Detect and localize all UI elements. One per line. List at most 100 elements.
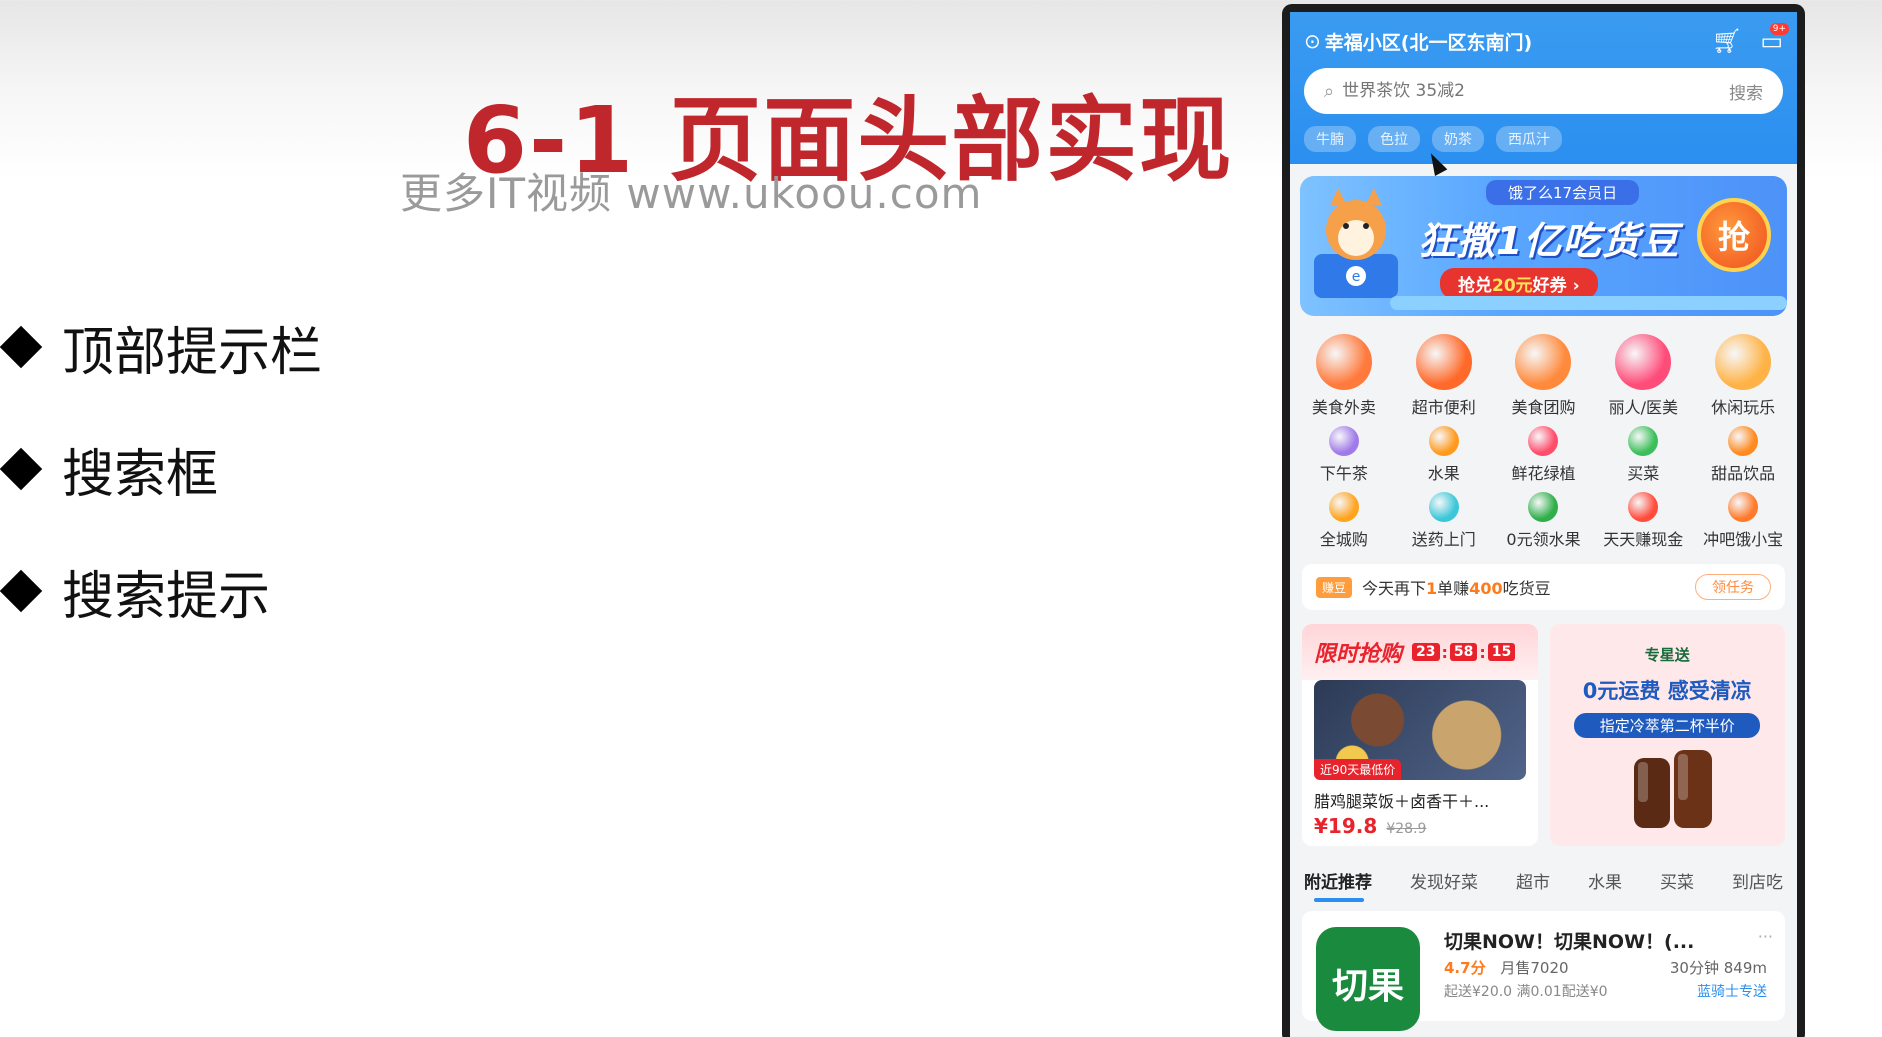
grab-button[interactable]: 抢 <box>1697 198 1771 272</box>
hint-tag[interactable]: 牛腩 <box>1304 126 1356 152</box>
category-label: 天天赚现金 <box>1603 530 1684 549</box>
food-image: 近90天最低价 <box>1314 680 1526 780</box>
countdown-minutes: 58 <box>1449 643 1478 661</box>
category-item[interactable]: 天天赚现金 <box>1593 484 1693 550</box>
bullet-item: 搜索提示 <box>0 530 322 652</box>
category-icon <box>1415 334 1472 390</box>
shop-rating-row: 4.7分 月售7020 <box>1444 957 1569 978</box>
tab-dine-in[interactable]: 到店吃 <box>1732 868 1783 893</box>
shiba-mascot-icon: e <box>1314 188 1398 298</box>
promo-cards: 限时抢购 23: 58: 15 近90天最低价 腊鸡腿菜饭＋卤香干＋... ¥1… <box>1302 624 1785 846</box>
hint-tag[interactable]: 奶茶 <box>1432 126 1484 152</box>
search-box[interactable]: ⌕ 搜索 <box>1304 68 1783 114</box>
category-icon <box>1328 492 1359 522</box>
tab-fruit[interactable]: 水果 <box>1588 868 1622 893</box>
starbucks-brand: 专星送 <box>1644 646 1690 664</box>
shop-card[interactable]: 切果 切果NOW！切果NOW！(... ··· 4.7分 月售7020 30分钟… <box>1302 911 1785 1031</box>
category-item[interactable]: 全城购 <box>1294 484 1394 550</box>
iced-coffee-icon <box>1633 750 1712 828</box>
shop-eta: 30分钟 849m <box>1669 959 1767 977</box>
category-icon <box>1728 492 1759 522</box>
tab-supermarket[interactable]: 超市 <box>1516 868 1550 893</box>
message-icon[interactable]: ▭ 9+ <box>1760 23 1789 55</box>
coupon-amount: 20元 <box>1492 276 1533 296</box>
category-item[interactable]: 送药上门 <box>1394 484 1494 550</box>
starbucks-subtitle: 指定冷萃第二杯半价 <box>1574 713 1761 738</box>
tab-nearby[interactable]: 附近推荐 <box>1304 868 1372 893</box>
rider-badge: 蓝骑士专送 <box>1697 984 1767 1000</box>
category-item[interactable]: 下午茶 <box>1294 418 1394 484</box>
flash-sale-header: 限时抢购 23: 58: 15 <box>1302 624 1538 680</box>
bullet-label: 顶部提示栏 <box>62 322 323 383</box>
top-header: ⊙ 幸福小区(北一区东南门) 🛒︎ ▭ 9+ ⌕ 搜索 牛腩 色拉 奶茶 西瓜汁 <box>1290 12 1797 164</box>
category-icon <box>1628 426 1659 456</box>
tab-grocery[interactable]: 买菜 <box>1660 868 1694 893</box>
task-tag: 赚豆 <box>1316 576 1353 598</box>
category-label: 休闲玩乐 <box>1711 398 1776 417</box>
category-item[interactable]: 冲吧饿小宝 <box>1693 484 1793 550</box>
category-label: 鲜花绿植 <box>1511 464 1576 483</box>
category-item[interactable]: 超市便利 <box>1394 324 1494 418</box>
bullet-list: 顶部提示栏 搜索框 搜索提示 <box>0 286 322 652</box>
category-label: 全城购 <box>1319 530 1368 549</box>
task-text-b: 单赚 <box>1437 579 1470 598</box>
banner-headline: 狂撒1亿吃货豆 <box>1418 219 1680 263</box>
category-label: 0元领水果 <box>1506 530 1581 549</box>
promo-banner[interactable]: e 饿了么17会员日 狂撒1亿吃货豆 抢兑20元好券 › 抢 <box>1300 176 1787 316</box>
location-pin-icon: ⊙ <box>1304 29 1321 53</box>
task-strip[interactable]: 赚豆 今天再下1单赚400吃货豆 领任务 <box>1302 564 1785 610</box>
tab-discover[interactable]: 发现好菜 <box>1410 868 1478 893</box>
banner-stage <box>1390 296 1787 310</box>
category-label: 买菜 <box>1627 464 1660 483</box>
search-hints: 牛腩 色拉 奶茶 西瓜汁 <box>1304 126 1783 152</box>
category-item[interactable]: 0元领水果 <box>1494 484 1594 550</box>
category-item[interactable]: 休闲玩乐 <box>1693 324 1793 418</box>
starbucks-card[interactable]: 专星送 0元运费 感受清凉 指定冷萃第二杯半价 <box>1549 624 1785 846</box>
tab-active-indicator <box>1314 898 1364 902</box>
phone-screen: ⊙ 幸福小区(北一区东南门) 🛒︎ ▭ 9+ ⌕ 搜索 牛腩 色拉 奶茶 西瓜汁 <box>1290 12 1797 1037</box>
category-label: 水果 <box>1427 464 1460 483</box>
task-text-a: 今天再下 <box>1362 579 1427 598</box>
search-icon: ⌕ <box>1324 80 1335 102</box>
hint-tag[interactable]: 色拉 <box>1368 126 1420 152</box>
category-item[interactable]: 买菜 <box>1593 418 1693 484</box>
location-text[interactable]: 幸福小区(北一区东南门) <box>1325 28 1694 55</box>
starbucks-title: 0元运费 感受清凉 <box>1582 679 1752 703</box>
coupon-suffix: 好券 <box>1532 276 1567 296</box>
diamond-bullet-icon <box>0 569 43 613</box>
shop-logo: 切果 <box>1316 927 1420 1031</box>
banner-coupon-button[interactable]: 抢兑20元好券 › <box>1440 268 1598 299</box>
category-label: 冲吧饿小宝 <box>1703 530 1784 549</box>
category-item[interactable]: 水果 <box>1394 418 1494 484</box>
category-icon <box>1328 426 1359 456</box>
svg-text:e: e <box>1352 269 1361 285</box>
countdown-hours: 23 <box>1412 643 1440 661</box>
coupon-prefix: 抢兑 <box>1458 276 1492 296</box>
task-count: 1 <box>1426 579 1438 598</box>
shop-fee: 起送¥20.0 满0.01配送¥0 <box>1444 984 1608 1000</box>
category-icon <box>1428 492 1459 522</box>
category-item[interactable]: 鲜花绿植 <box>1494 418 1594 484</box>
flash-sale-card[interactable]: 限时抢购 23: 58: 15 近90天最低价 腊鸡腿菜饭＋卤香干＋... ¥1… <box>1302 624 1538 846</box>
shop-monthly-sales: 月售7020 <box>1500 959 1569 977</box>
category-item[interactable]: 甜品饮品 <box>1693 418 1793 484</box>
search-button[interactable]: 搜索 <box>1729 79 1763 104</box>
category-label: 美食团购 <box>1511 398 1576 417</box>
hint-tag[interactable]: 西瓜汁 <box>1496 126 1562 152</box>
category-icon <box>1715 334 1772 390</box>
watermark-text: 更多IT视频 www.ukoou.com <box>400 169 983 218</box>
category-item[interactable]: 美食团购 <box>1494 324 1594 418</box>
claim-task-button[interactable]: 领任务 <box>1695 574 1771 600</box>
cart-icon[interactable]: 🛒︎ <box>1712 27 1742 55</box>
more-options-icon[interactable]: ··· <box>1758 927 1773 946</box>
category-label: 丽人/医美 <box>1608 398 1678 417</box>
category-item[interactable]: 丽人/医美 <box>1593 324 1693 418</box>
category-icon <box>1528 426 1559 456</box>
bullet-label: 搜索提示 <box>62 566 271 627</box>
category-item[interactable]: 美食外卖 <box>1294 324 1394 418</box>
diamond-bullet-icon <box>0 447 43 491</box>
search-input[interactable] <box>1342 81 1729 101</box>
diamond-bullet-icon <box>0 325 43 369</box>
message-badge: 9+ <box>1769 23 1789 35</box>
category-icon <box>1428 426 1459 456</box>
